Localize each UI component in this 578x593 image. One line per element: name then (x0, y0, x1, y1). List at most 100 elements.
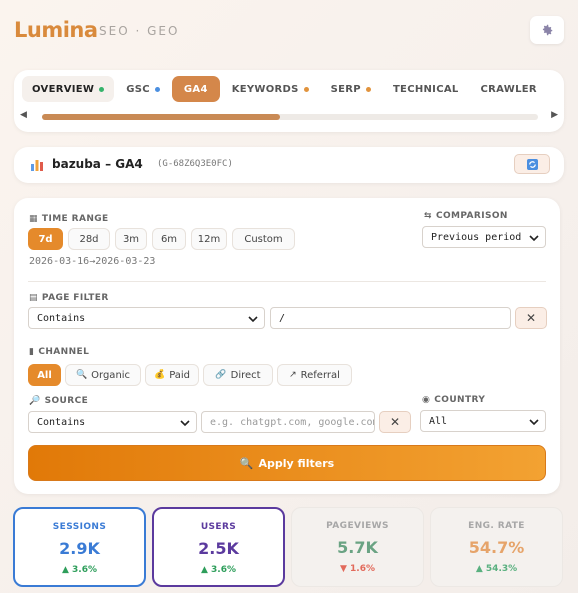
kpi-card-pageviews[interactable]: PAGEVIEWS 5.7K ▼ 1.6% (291, 507, 424, 587)
chevron-down-icon (248, 316, 258, 323)
kpi-label: ENG. RATE (468, 521, 525, 531)
nav-tabs-card: OVERVIEW GSC GA4 KEYWORDS SERP TECHNICAL CRAWL… (14, 70, 564, 132)
channel-option-paid[interactable]: 💰 Paid (145, 364, 199, 386)
scroll-left-icon[interactable]: ◀ (20, 110, 27, 120)
property-card: bazuba – GA4 (G-68Z6Q3E0FC) (14, 147, 564, 183)
search-icon: 🔍 (239, 456, 254, 470)
kpi-delta: ▼ 1.6% (339, 564, 375, 574)
channel-option-label: Direct (230, 369, 261, 381)
tab-ga4[interactable]: GA4 (171, 76, 220, 102)
page-filter-operator-select[interactable]: Contains (28, 307, 265, 329)
scroll-thumb[interactable] (42, 114, 281, 120)
comparison-select[interactable]: Previous period (422, 226, 546, 248)
kpi-value: 54.7% (468, 538, 525, 557)
channel-option-all[interactable]: All (28, 364, 61, 386)
time-range-option[interactable]: 6m (152, 228, 186, 250)
apply-filters-label: Apply filters (258, 456, 335, 470)
channel-option-direct[interactable]: 🔗 Direct (203, 364, 273, 386)
refresh-icon (526, 158, 538, 170)
calendar-icon: ▦ (29, 214, 38, 224)
tab-serp[interactable]: SERP (321, 76, 381, 102)
kpi-value: 2.5K (198, 539, 239, 558)
channel-icon: ▮ (29, 347, 35, 357)
kpi-card-eng-rate[interactable]: ENG. RATE 54.7% ▲ 54.3% (430, 507, 563, 587)
tab-crawler[interactable]: CRAWLER (471, 76, 547, 102)
chevron-down-icon (529, 235, 539, 242)
tab-label: GSC (126, 83, 150, 95)
tab-label: KEYWORDS (231, 83, 299, 95)
scroll-track[interactable] (42, 114, 538, 120)
kpi-value: 5.7K (337, 538, 378, 557)
refresh-button[interactable] (514, 154, 550, 174)
kpi-card-sessions[interactable]: SESSIONS 2.9K ▲ 3.6% (13, 507, 146, 587)
source-operator: Contains (37, 416, 86, 428)
source-label: 🔎 SOURCE (29, 396, 89, 406)
apply-filters-button[interactable]: 🔍 Apply filters (28, 445, 546, 481)
divider (28, 281, 546, 282)
source-operator-select[interactable]: Contains (28, 411, 197, 433)
scroll-right-icon[interactable]: ▶ (551, 110, 558, 120)
source-input[interactable]: e.g. chatgpt.com, google.com (201, 411, 375, 433)
date-range-text: 2026-03-16→2026-03-23 (29, 256, 156, 267)
tab-sc[interactable]: SC (549, 76, 556, 102)
status-dot (365, 86, 371, 92)
source-clear-button[interactable]: ✕ (379, 411, 411, 433)
tab-label: SERP (330, 83, 361, 95)
time-range-label: ▦ TIME RANGE (29, 214, 109, 224)
time-range-option[interactable]: Custom (232, 228, 295, 250)
search-icon: 🔍 (75, 370, 88, 380)
tab-gsc[interactable]: GSC (116, 76, 170, 102)
close-icon: ✕ (389, 415, 401, 429)
gear-icon (542, 24, 553, 36)
close-icon: ✕ (525, 311, 537, 325)
app-tagline: SEO · GEO (99, 24, 180, 38)
status-dot (154, 86, 160, 92)
tabs-scrollbar[interactable]: ◀ ▶ (18, 110, 560, 124)
kpi-label: PAGEVIEWS (326, 521, 389, 531)
channel-option-referral[interactable]: ↗ Referral (277, 364, 352, 386)
page-filter-input[interactable]: / (270, 307, 511, 329)
kpi-card-users[interactable]: USERS 2.5K ▲ 3.6% (152, 507, 285, 587)
time-range-option[interactable]: 12m (191, 228, 227, 250)
tab-label: TECHNICAL (392, 83, 459, 95)
channel-option-organic[interactable]: 🔍 Organic (65, 364, 141, 386)
tab-overview[interactable]: OVERVIEW (22, 76, 115, 102)
search-icon: 🔎 (29, 396, 41, 406)
app-logo: Lumina (14, 18, 98, 42)
comparison-label: ⇆ COMPARISON (424, 211, 508, 221)
page-filter-clear-button[interactable]: ✕ (515, 307, 547, 329)
kpi-delta: ▲ 3.6% (200, 565, 236, 575)
kpi-delta: ▲ 3.6% (61, 565, 97, 575)
time-range-option[interactable]: 3m (115, 228, 147, 250)
filters-card: ▦ TIME RANGE 7d 28d 3m 6m 12m Custom 2026-03-1… (14, 198, 560, 494)
status-dot (303, 86, 309, 92)
property-name: bazuba – GA4 (52, 157, 143, 171)
kpi-value: 2.9K (59, 539, 100, 558)
tab-keywords[interactable]: KEYWORDS (222, 76, 319, 102)
kpi-delta: ▲ 54.3% (475, 564, 518, 574)
time-range-option[interactable]: 7d (28, 228, 63, 250)
external-link-icon: ↗ (289, 370, 297, 380)
country-select[interactable]: All (420, 410, 546, 432)
tab-label: OVERVIEW (32, 83, 95, 95)
kpi-label: SESSIONS (52, 522, 107, 532)
comparison-value: Previous period (431, 231, 522, 243)
tab-technical[interactable]: TECHNICAL (383, 76, 469, 102)
globe-icon: ◉ (422, 395, 431, 405)
page-filter-operator: Contains (37, 312, 86, 324)
country-label: ◉ COUNTRY (422, 395, 486, 405)
settings-button[interactable] (530, 16, 564, 44)
compare-icon: ⇆ (424, 211, 432, 221)
page-filter-label: ▤ PAGE FILTER (29, 293, 109, 303)
channel-option-label: Organic (91, 369, 131, 381)
tab-label: GA4 (183, 83, 208, 95)
bar-chart-icon (31, 160, 43, 171)
channel-option-label: Paid (169, 369, 191, 381)
money-bag-icon: 💰 (153, 370, 166, 380)
channel-label: ▮ CHANNEL (29, 347, 90, 357)
tab-label: CRAWLER (480, 83, 537, 95)
time-range-option[interactable]: 28d (68, 228, 110, 250)
page-icon: ▤ (29, 293, 38, 303)
link-icon: 🔗 (215, 370, 227, 380)
kpi-label: USERS (200, 522, 237, 532)
